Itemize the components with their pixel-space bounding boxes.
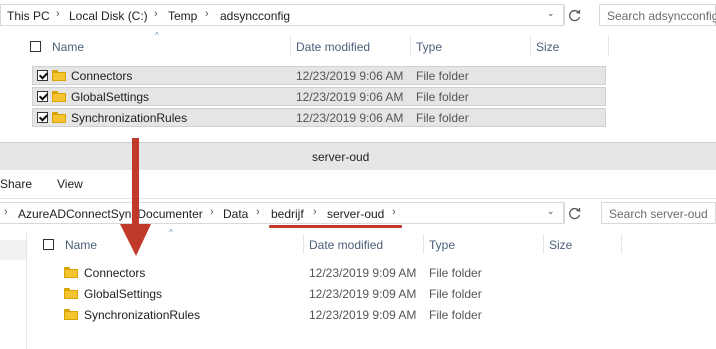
file-name: SynchronizationRules (71, 111, 188, 125)
nav-pane-divider (26, 232, 27, 349)
breadcrumb-bedrijf[interactable]: bedrijf (271, 207, 304, 221)
column-divider (621, 234, 622, 254)
nav-pane-item[interactable] (0, 240, 26, 260)
tab-share[interactable]: Share (0, 177, 32, 191)
folder-icon (52, 70, 66, 81)
file-date: 12/23/2019 9:06 AM (296, 111, 404, 125)
file-date: 12/23/2019 9:06 AM (296, 69, 404, 83)
row-checkbox[interactable] (37, 91, 48, 102)
tab-view[interactable]: View (57, 177, 83, 191)
chevron-right-icon[interactable]: › (56, 8, 60, 20)
refresh-icon (569, 207, 581, 220)
file-type: File folder (429, 308, 482, 322)
refresh-icon (569, 9, 581, 22)
file-name: GlobalSettings (71, 90, 150, 104)
file-type: File folder (416, 111, 469, 125)
folder-icon (64, 267, 78, 278)
column-header-size[interactable]: Size (536, 40, 559, 54)
file-type: File folder (416, 90, 469, 104)
address-bar[interactable]: › AzureADConnectSyncDocumenter › Data › … (0, 202, 564, 224)
breadcrumb-server-oud[interactable]: server-oud (327, 207, 384, 221)
file-row-globalsettings[interactable]: GlobalSettings 12/23/2019 9:06 AM File f… (32, 87, 606, 106)
file-row-connectors[interactable]: Connectors 12/23/2019 9:06 AM File folde… (32, 66, 606, 85)
breadcrumb-local-disk[interactable]: Local Disk (C:) (69, 9, 148, 23)
file-type: File folder (429, 287, 482, 301)
address-bar[interactable]: This PC › Local Disk (C:) › Temp › adsyn… (0, 4, 564, 26)
search-input[interactable]: Search server-oud (601, 202, 716, 224)
chevron-down-icon[interactable]: ⌄ (547, 206, 555, 217)
file-name: GlobalSettings (84, 287, 163, 301)
column-divider (410, 36, 411, 56)
window-title-bar[interactable]: server-oud (0, 142, 716, 170)
breadcrumb-data[interactable]: Data (223, 207, 248, 221)
chevron-down-icon[interactable]: ⌄ (547, 8, 555, 19)
chevron-right-icon[interactable]: › (392, 206, 396, 218)
chevron-right-icon[interactable]: › (205, 8, 209, 20)
breadcrumb-temp[interactable]: Temp (168, 9, 197, 23)
file-name: Connectors (84, 266, 146, 280)
annotation-underline (269, 225, 402, 228)
select-all-checkbox[interactable] (43, 239, 54, 250)
arrow-down-icon (120, 138, 151, 256)
column-header-type[interactable]: Type (429, 238, 455, 252)
breadcrumb-this-pc[interactable]: This PC (7, 9, 50, 23)
chevron-right-icon[interactable]: › (4, 206, 8, 218)
file-name: SynchronizationRules (84, 308, 201, 322)
file-type: File folder (416, 69, 469, 83)
column-header-name[interactable]: Name (65, 238, 97, 252)
chevron-right-icon[interactable]: › (256, 206, 260, 218)
file-date: 12/23/2019 9:09 AM (309, 266, 417, 280)
row-checkbox[interactable] (37, 112, 48, 123)
ribbon-tabs: Share View (0, 170, 716, 199)
column-header-date[interactable]: Date modified (296, 40, 370, 54)
folder-icon (64, 288, 78, 299)
column-divider (423, 234, 424, 254)
column-header-size[interactable]: Size (549, 238, 572, 252)
sort-up-icon: ^ (155, 31, 159, 40)
file-date: 12/23/2019 9:09 AM (309, 287, 417, 301)
folder-icon (64, 309, 78, 320)
column-divider (543, 234, 544, 254)
breadcrumb-adsyncconfig[interactable]: adsyncconfig (220, 9, 290, 23)
column-divider (290, 36, 291, 56)
select-all-checkbox[interactable] (30, 41, 41, 52)
folder-icon (52, 112, 66, 123)
file-row-synchronizationrules[interactable]: SynchronizationRules 12/23/2019 9:09 AM … (45, 306, 619, 325)
column-header-type[interactable]: Type (416, 40, 442, 54)
file-date: 12/23/2019 9:09 AM (309, 308, 417, 322)
breadcrumb-documenter[interactable]: AzureADConnectSyncDocumenter (18, 207, 203, 221)
search-placeholder: Search server-oud (609, 207, 708, 221)
sort-up-icon: ^ (169, 228, 173, 237)
search-placeholder: Search adsyncconfig (607, 9, 716, 23)
file-row-globalsettings[interactable]: GlobalSettings 12/23/2019 9:09 AM File f… (45, 285, 619, 304)
file-row-synchronizationrules[interactable]: SynchronizationRules 12/23/2019 9:06 AM … (32, 108, 606, 127)
file-row-connectors[interactable]: Connectors 12/23/2019 9:09 AM File folde… (45, 264, 619, 283)
file-name: Connectors (71, 69, 133, 83)
chevron-right-icon[interactable]: › (313, 206, 317, 218)
chevron-right-icon[interactable]: › (210, 206, 214, 218)
folder-icon (52, 91, 66, 102)
column-header-name[interactable]: Name (52, 40, 84, 54)
column-divider (608, 36, 609, 56)
window-title: server-oud (312, 150, 370, 164)
file-date: 12/23/2019 9:06 AM (296, 90, 404, 104)
column-divider (303, 234, 304, 254)
search-input[interactable]: Search adsyncconfig (599, 4, 716, 26)
column-header-date[interactable]: Date modified (309, 238, 383, 252)
row-checkbox[interactable] (37, 70, 48, 81)
column-divider (530, 36, 531, 56)
refresh-button[interactable] (564, 5, 584, 25)
chevron-right-icon[interactable]: › (154, 8, 158, 20)
file-type: File folder (429, 266, 482, 280)
refresh-button[interactable] (564, 203, 584, 223)
